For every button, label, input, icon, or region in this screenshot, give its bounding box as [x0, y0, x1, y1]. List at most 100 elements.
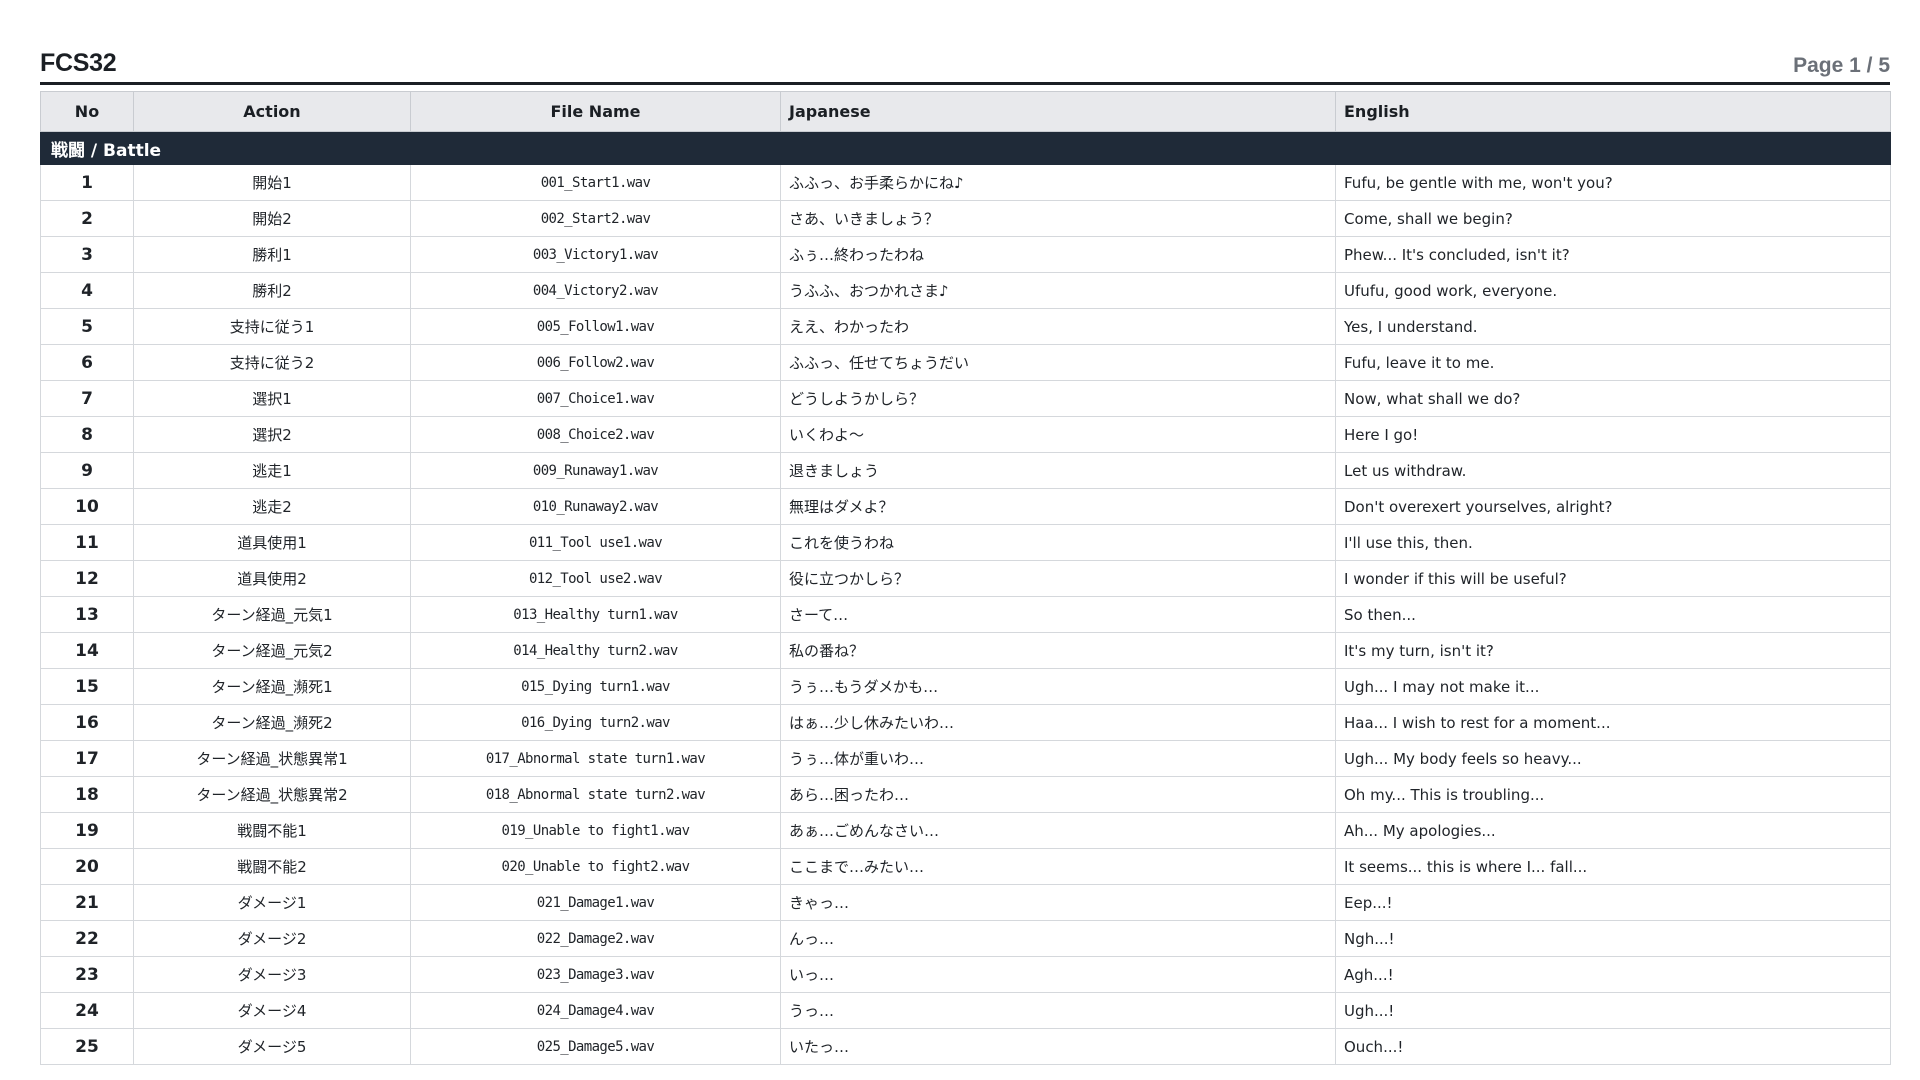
row-number: 25 [40, 1028, 134, 1065]
file-name-cell: 014_Healthy turn2.wav [410, 632, 781, 669]
english-text-cell: I wonder if this will be useful? [1335, 560, 1891, 597]
japanese-text-cell: いくわよ〜 [780, 416, 1336, 453]
english-text-cell: Haa... I wish to rest for a moment... [1335, 704, 1891, 741]
english-text-cell: Ugh... I may not make it... [1335, 668, 1891, 705]
file-name-cell: 019_Unable to fight1.wav [410, 812, 781, 849]
table-row: 13 ターン経過_元気1 013_Healthy turn1.wav さーて… So t… [40, 596, 1891, 633]
column-header-no: No [40, 91, 134, 132]
file-name-cell: 024_Damage4.wav [410, 992, 781, 1029]
action-cell: 支持に従う2 [133, 344, 411, 381]
table-row: 17 ターン経過_状態異常1 017_Abnormal state turn1.wa… [40, 740, 1891, 777]
table-row: 2 開始2 002_Start2.wav さあ、いきましょう？ Come, shall … [40, 200, 1891, 237]
english-text-cell: Eep...! [1335, 884, 1891, 921]
english-text-cell: Yes, I understand. [1335, 308, 1891, 345]
file-name-cell: 011_Tool use1.wav [410, 524, 781, 561]
action-cell: 道具使用2 [133, 560, 411, 597]
file-name-cell: 003_Victory1.wav [410, 236, 781, 273]
action-cell: ダメージ3 [133, 956, 411, 993]
action-cell: 逃走1 [133, 452, 411, 489]
english-text-cell: Ugh... My body feels so heavy... [1335, 740, 1891, 777]
row-number: 5 [40, 308, 134, 345]
column-header-english: English [1335, 91, 1891, 132]
table-row: 6 支持に従う2 006_Follow2.wav ふふっ、任せてちょうだい Fufu, … [40, 344, 1891, 381]
action-cell: 道具使用1 [133, 524, 411, 561]
action-cell: 逃走2 [133, 488, 411, 525]
table-row: 9 逃走1 009_Runaway1.wav 退きましょう Let us withdra… [40, 452, 1891, 489]
japanese-text-cell: さーて… [780, 596, 1336, 633]
file-name-cell: 004_Victory2.wav [410, 272, 781, 309]
action-cell: 戦闘不能1 [133, 812, 411, 849]
row-number: 6 [40, 344, 134, 381]
table-row: 24 ダメージ4 024_Damage4.wav うっ… Ugh...! [40, 992, 1891, 1029]
row-number: 10 [40, 488, 134, 525]
file-name-cell: 023_Damage3.wav [410, 956, 781, 993]
row-number: 15 [40, 668, 134, 705]
action-cell: 選択1 [133, 380, 411, 417]
japanese-text-cell: 役に立つかしら？ [780, 560, 1336, 597]
japanese-text-cell: ふふっ、任せてちょうだい [780, 344, 1336, 381]
action-cell: ダメージ1 [133, 884, 411, 921]
japanese-text-cell: はぁ…少し休みたいわ… [780, 704, 1336, 741]
english-text-cell: It's my turn, isn't it? [1335, 632, 1891, 669]
japanese-text-cell: うぅ…体が重いわ… [780, 740, 1336, 777]
page-indicator: Page 1 / 5 [1793, 54, 1890, 77]
table-row: 10 逃走2 010_Runaway2.wav 無理はダメよ？ Don't overex… [40, 488, 1891, 525]
file-name-cell: 012_Tool use2.wav [410, 560, 781, 597]
action-cell: 選択2 [133, 416, 411, 453]
action-cell: 勝利1 [133, 236, 411, 273]
document-page: FCS32 Page 1 / 5 No Action File Name Jap… [40, 38, 1891, 1065]
action-cell: 戦闘不能2 [133, 848, 411, 885]
japanese-text-cell: いたっ… [780, 1028, 1336, 1065]
table-row: 12 道具使用2 012_Tool use2.wav 役に立つかしら？ I wonder… [40, 560, 1891, 597]
file-name-cell: 017_Abnormal state turn1.wav [410, 740, 781, 777]
row-number: 12 [40, 560, 134, 597]
file-name-cell: 008_Choice2.wav [410, 416, 781, 453]
japanese-text-cell: どうしようかしら？ [780, 380, 1336, 417]
english-text-cell: Ufufu, good work, everyone. [1335, 272, 1891, 309]
file-name-cell: 005_Follow1.wav [410, 308, 781, 345]
table-row: 18 ターン経過_状態異常2 018_Abnormal state turn2.wa… [40, 776, 1891, 813]
column-header-action: Action [133, 91, 411, 132]
japanese-text-cell: きゃっ… [780, 884, 1336, 921]
action-cell: ターン経過_瀕死1 [133, 668, 411, 705]
english-text-cell: Fufu, be gentle with me, won't you? [1335, 164, 1891, 201]
file-name-cell: 009_Runaway1.wav [410, 452, 781, 489]
action-cell: ダメージ5 [133, 1028, 411, 1065]
action-cell: 開始1 [133, 164, 411, 201]
table-row: 23 ダメージ3 023_Damage3.wav いっ… Agh...! [40, 956, 1891, 993]
voice-lines-table: No Action File Name Japanese English 戦闘 … [40, 91, 1891, 1065]
file-name-cell: 020_Unable to fight2.wav [410, 848, 781, 885]
english-text-cell: Agh...! [1335, 956, 1891, 993]
action-cell: ターン経過_状態異常2 [133, 776, 411, 813]
japanese-text-cell: これを使うわね [780, 524, 1336, 561]
table-row: 8 選択2 008_Choice2.wav いくわよ〜 Here I go! [40, 416, 1891, 453]
file-name-cell: 007_Choice1.wav [410, 380, 781, 417]
table-row: 25 ダメージ5 025_Damage5.wav いたっ… Ouch...! [40, 1028, 1891, 1065]
table-row: 15 ターン経過_瀕死1 015_Dying turn1.wav うぅ…もうダメかも…… [40, 668, 1891, 705]
row-number: 17 [40, 740, 134, 777]
japanese-text-cell: いっ… [780, 956, 1336, 993]
column-header-japanese: Japanese [780, 91, 1336, 132]
english-text-cell: Ngh...! [1335, 920, 1891, 957]
japanese-text-cell: んっ… [780, 920, 1336, 957]
japanese-text-cell: あら…困ったわ… [780, 776, 1336, 813]
file-name-cell: 021_Damage1.wav [410, 884, 781, 921]
english-text-cell: So then... [1335, 596, 1891, 633]
section-header-row: 戦闘 / Battle [40, 131, 1891, 165]
file-name-cell: 002_Start2.wav [410, 200, 781, 237]
english-text-cell: Let us withdraw. [1335, 452, 1891, 489]
row-number: 16 [40, 704, 134, 741]
row-number: 24 [40, 992, 134, 1029]
japanese-text-cell: ええ、わかったわ [780, 308, 1336, 345]
japanese-text-cell: さあ、いきましょう？ [780, 200, 1336, 237]
document-title: FCS32 [40, 49, 117, 77]
action-cell: 勝利2 [133, 272, 411, 309]
column-header-file-name: File Name [410, 91, 781, 132]
action-cell: ターン経過_元気1 [133, 596, 411, 633]
japanese-text-cell: ふふっ、お手柔らかにね♪ [780, 164, 1336, 201]
english-text-cell: It seems... this is where I... fall... [1335, 848, 1891, 885]
english-text-cell: I'll use this, then. [1335, 524, 1891, 561]
english-text-cell: Phew... It's concluded, isn't it? [1335, 236, 1891, 273]
row-number: 14 [40, 632, 134, 669]
table-row: 19 戦闘不能1 019_Unable to fight1.wav あぁ…ごめんなさい… [40, 812, 1891, 849]
